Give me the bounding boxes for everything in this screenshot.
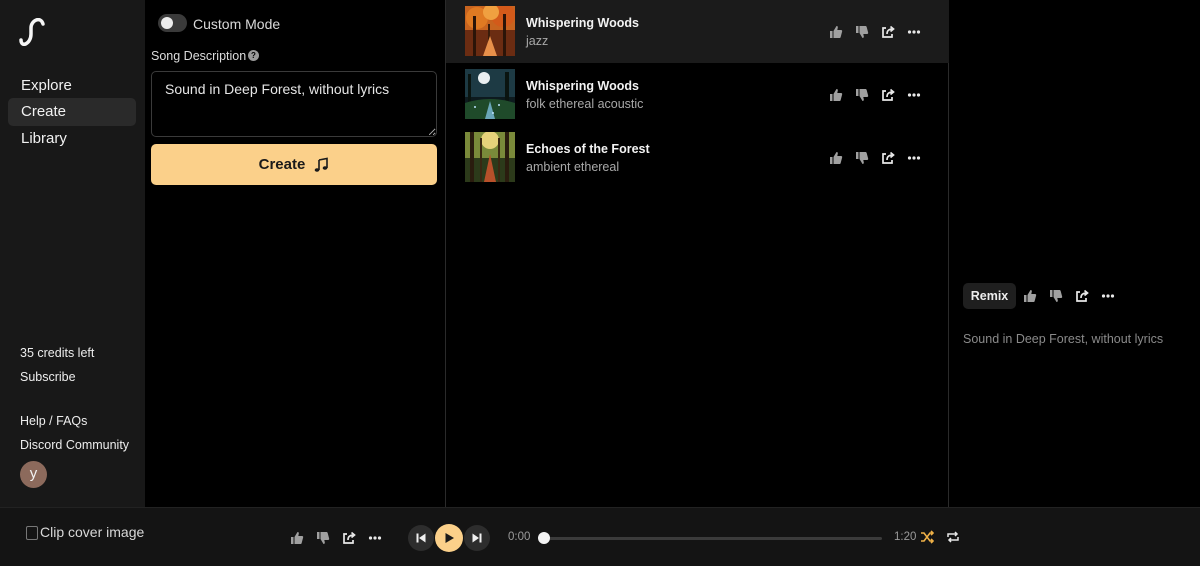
nav-explore[interactable]: Explore [8,72,136,100]
song-tags[interactable]: jazz [526,34,548,48]
nav-create[interactable]: Create [8,98,136,126]
avatar-letter: y [29,464,38,482]
broken-image-icon [26,526,38,540]
previous-track-button[interactable] [408,525,434,551]
thumbs-up-icon[interactable] [289,530,305,546]
thumbs-down-icon[interactable] [854,87,870,103]
song-description-label: Song Description [151,49,247,63]
toggle-knob [161,17,173,29]
song-detail-description: Sound in Deep Forest, without lyrics [963,332,1164,346]
thumbs-down-icon[interactable] [854,150,870,166]
clip-cover-image[interactable]: Clip cover image [26,524,144,540]
song-row[interactable]: Whispering Woods folk ethereal acoustic [446,63,949,126]
song-list: Whispering Woods jazz Whispering Woods f… [445,0,949,507]
song-tags[interactable]: folk ethereal acoustic [526,97,643,111]
more-options-icon[interactable] [906,87,922,103]
skip-forward-icon [471,532,483,544]
nav-library[interactable]: Library [8,125,136,153]
current-time: 0:00 [508,531,531,543]
track-duration: 1:20 [894,531,917,543]
create-panel: Custom Mode Song Description ? Create [145,0,444,507]
song-actions [828,87,922,103]
thumbs-down-icon[interactable] [1048,288,1064,304]
user-avatar[interactable]: y [20,461,47,488]
thumbs-up-icon[interactable] [828,24,844,40]
create-button[interactable]: Create [151,144,437,185]
share-icon[interactable] [341,530,357,546]
player-bar: Clip cover image 0:00 1:20 [0,507,1200,566]
custom-mode-toggle[interactable] [158,14,187,32]
suno-logo-icon[interactable] [18,18,46,46]
remix-button[interactable]: Remix [963,283,1016,309]
next-track-button[interactable] [464,525,490,551]
help-faqs-link[interactable]: Help / FAQs [20,414,87,428]
song-title[interactable]: Whispering Woods [526,16,639,30]
help-glyph: ? [251,51,256,60]
help-circle-icon[interactable]: ? [248,50,259,61]
repeat-icon[interactable] [946,530,960,544]
subscribe-link[interactable]: Subscribe [20,370,76,384]
detail-actions [1022,288,1116,304]
song-actions [828,150,922,166]
song-title[interactable]: Whispering Woods [526,79,639,93]
share-icon[interactable] [1074,288,1090,304]
play-icon [443,532,455,544]
more-options-icon[interactable] [367,530,383,546]
thumbs-down-icon[interactable] [854,24,870,40]
song-title[interactable]: Echoes of the Forest [526,142,650,156]
transport-controls [408,524,490,552]
song-description-input[interactable] [151,71,437,137]
custom-mode-label: Custom Mode [193,16,281,32]
more-options-icon[interactable] [1100,288,1116,304]
thumbs-up-icon[interactable] [828,87,844,103]
shuffle-icon[interactable] [920,530,934,544]
song-cover-image[interactable] [465,69,515,119]
share-icon[interactable] [880,24,896,40]
share-icon[interactable] [880,150,896,166]
nav-explore-label: Explore [21,77,72,94]
thumbs-up-icon[interactable] [828,150,844,166]
song-cover-image[interactable] [465,132,515,182]
sidebar: Explore Create Library 35 credits left S… [0,0,145,507]
nav-create-label: Create [21,103,67,120]
nav-library-label: Library [21,130,67,147]
thumbs-up-icon[interactable] [1022,288,1038,304]
skip-back-icon [415,532,427,544]
credits-count: 35 credits left [20,346,95,360]
progress-handle[interactable] [538,532,550,544]
song-cover-image[interactable] [465,6,515,56]
play-button[interactable] [435,524,463,552]
more-options-icon[interactable] [906,150,922,166]
progress-slider[interactable] [538,532,882,544]
share-icon[interactable] [880,87,896,103]
discord-community-link[interactable]: Discord Community [20,438,129,452]
song-actions [828,24,922,40]
song-row[interactable]: Whispering Woods jazz [446,0,949,63]
create-button-label: Create [258,156,306,173]
song-detail-panel: Remix Sound in Deep Forest, without lyri… [950,0,1200,507]
clip-cover-alt-text: Clip cover image [40,524,145,540]
music-note-icon [313,157,329,173]
song-tags[interactable]: ambient ethereal [526,160,619,174]
song-row[interactable]: Echoes of the Forest ambient ethereal [446,126,949,189]
thumbs-down-icon[interactable] [315,530,331,546]
player-actions [289,530,383,546]
more-options-icon[interactable] [906,24,922,40]
